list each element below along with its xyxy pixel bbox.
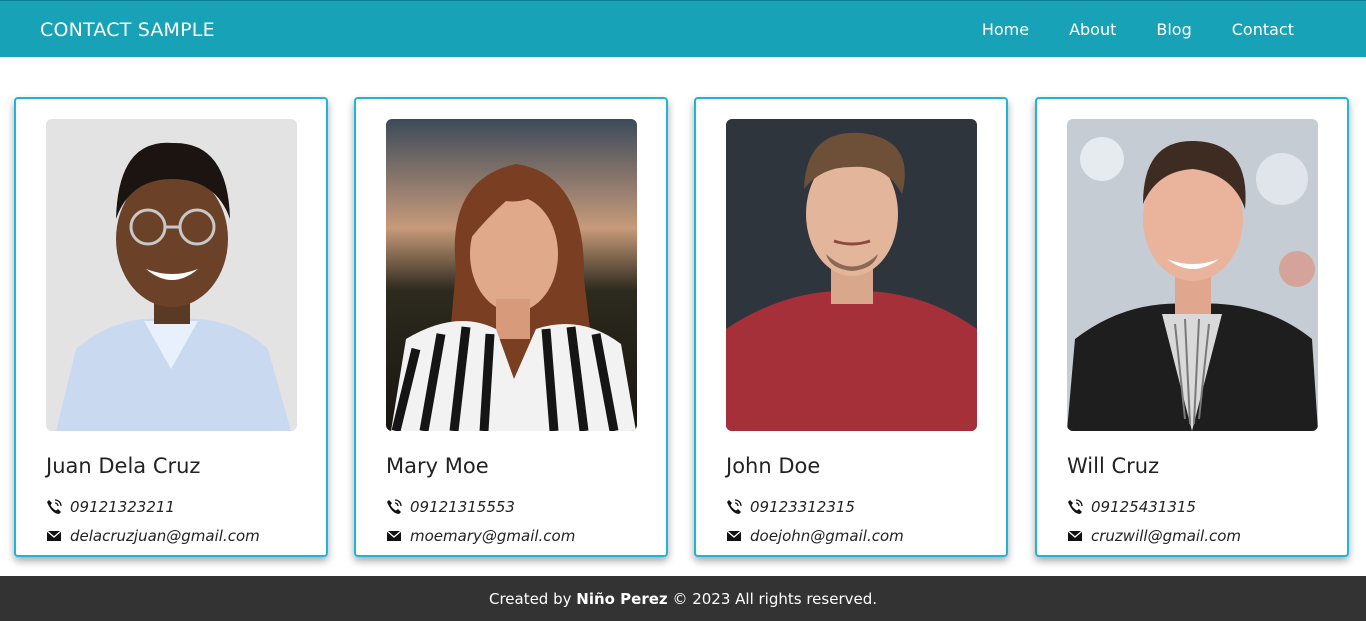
nav-link-blog[interactable]: Blog [1156,20,1191,39]
footer-prefix: Created by [488,589,572,608]
contact-phone[interactable]: 09121315553 [410,498,515,516]
contact-phone-row: 09125431315 [1067,498,1196,516]
contact-photo [386,119,637,431]
footer: Created by Niño Perez © 2023 All rights … [0,576,1366,621]
contact-photo [1067,119,1318,431]
contact-phone-row: 09121315553 [386,498,515,516]
contact-name: Juan Dela Cruz [46,454,201,478]
phone-icon [386,499,402,515]
phone-icon [726,499,742,515]
contact-card: Juan Dela Cruz 09121323211 delacruzjuan@… [14,97,328,557]
contact-email[interactable]: delacruzjuan@gmail.com [70,527,260,545]
contact-card: John Doe 09123312315 doejohn@gmail.com [694,97,1008,557]
brand-title[interactable]: CONTACT SAMPLE [40,19,215,41]
nav-link-contact[interactable]: Contact [1232,20,1294,39]
nav-link-about[interactable]: About [1069,20,1116,39]
contact-card: Mary Moe 09121315553 moemary@gmail.com [354,97,668,557]
contact-name: John Doe [726,454,821,478]
contact-email-row: moemary@gmail.com [386,527,575,545]
contact-email[interactable]: moemary@gmail.com [410,527,575,545]
phone-icon [46,499,62,515]
navbar: CONTACT SAMPLE Home About Blog Contact [0,0,1366,57]
envelope-icon [1067,528,1083,544]
contact-email-row: cruzwill@gmail.com [1067,527,1241,545]
contact-email[interactable]: doejohn@gmail.com [750,527,904,545]
phone-icon [1067,499,1083,515]
portrait-image [726,119,977,431]
contact-photo [46,119,297,431]
contact-card: Will Cruz 09125431315 cruzwill@gmail.com [1035,97,1349,557]
contact-email-row: delacruzjuan@gmail.com [46,527,260,545]
portrait-image [1067,119,1318,431]
nav-links: Home About Blog Contact [982,20,1294,39]
contact-cards: Juan Dela Cruz 09121323211 delacruzjuan@… [0,97,1366,557]
contact-photo [726,119,977,431]
contact-phone-row: 09123312315 [726,498,855,516]
contact-name: Will Cruz [1067,454,1160,478]
footer-copyright: © 2023 All rights reserved. [672,589,878,608]
nav-link-home[interactable]: Home [982,20,1029,39]
contact-phone-row: 09121323211 [46,498,175,516]
contact-phone[interactable]: 09125431315 [1091,498,1196,516]
portrait-image [386,119,637,431]
contact-email-row: doejohn@gmail.com [726,527,904,545]
contact-email[interactable]: cruzwill@gmail.com [1091,527,1241,545]
envelope-icon [726,528,742,544]
envelope-icon [46,528,62,544]
footer-author: Niño Perez [576,589,668,608]
contact-name: Mary Moe [386,454,489,478]
portrait-image [46,119,297,431]
contact-phone[interactable]: 09123312315 [750,498,855,516]
contact-phone[interactable]: 09121323211 [70,498,175,516]
envelope-icon [386,528,402,544]
